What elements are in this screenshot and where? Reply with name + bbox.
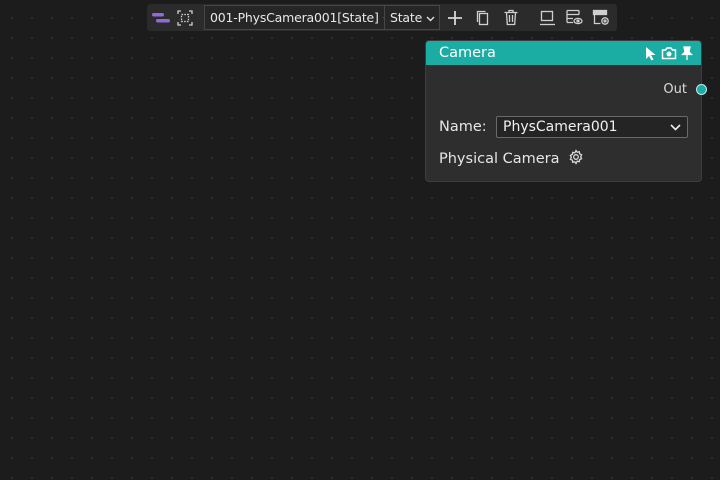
select-frame-icon[interactable] xyxy=(173,4,197,31)
camera-name-select[interactable]: PhysCamera001 xyxy=(496,116,688,138)
add-icon[interactable] xyxy=(443,4,467,31)
cursor-icon[interactable] xyxy=(645,46,657,61)
layout-icon[interactable] xyxy=(149,4,173,31)
out-port[interactable] xyxy=(696,84,707,95)
camera-icon[interactable] xyxy=(661,46,677,60)
state-settings-icon[interactable] xyxy=(589,4,613,31)
camera-node[interactable]: Camera Out Name: PhysCamera001 Physical … xyxy=(425,40,707,182)
state-view-icon[interactable] xyxy=(562,4,586,31)
pin-icon[interactable] xyxy=(681,45,693,61)
name-label: Name: xyxy=(439,119,487,135)
physical-camera-label: Physical Camera xyxy=(439,151,560,167)
physical-camera-row: Physical Camera xyxy=(439,149,584,169)
chevron-down-icon xyxy=(670,119,681,135)
state-select[interactable]: State xyxy=(384,5,440,30)
node-header[interactable]: Camera xyxy=(426,41,701,65)
camera-name-value: PhysCamera001 xyxy=(503,119,618,135)
gear-icon[interactable] xyxy=(568,149,584,169)
out-label: Out xyxy=(663,82,687,97)
copy-icon[interactable] xyxy=(471,4,495,31)
publish-icon[interactable] xyxy=(535,4,559,31)
delete-icon[interactable] xyxy=(499,4,523,31)
toolbar: 001-PhysCamera001[State] State xyxy=(147,4,617,31)
scene-select-value: 001-PhysCamera001[State] xyxy=(210,10,379,25)
scene-select[interactable]: 001-PhysCamera001[State] xyxy=(204,5,392,30)
state-select-value: State xyxy=(390,10,423,25)
chevron-down-icon xyxy=(422,10,435,25)
node-title: Camera xyxy=(439,45,496,61)
